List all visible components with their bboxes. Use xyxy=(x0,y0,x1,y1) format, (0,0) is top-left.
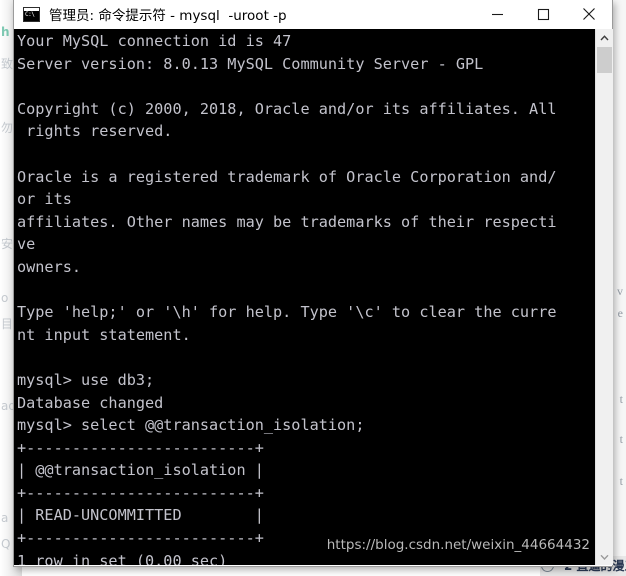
scroll-down-arrow[interactable] xyxy=(596,548,613,565)
background-glyph: t xyxy=(619,392,623,406)
maximize-button[interactable] xyxy=(520,0,566,29)
scrollbar-track[interactable] xyxy=(596,46,613,548)
background-glyph: 致 xyxy=(1,57,14,71)
close-icon xyxy=(583,8,595,20)
background-glyph: h xyxy=(1,25,10,39)
scroll-thumb[interactable] xyxy=(597,47,612,73)
scroll-up-arrow[interactable] xyxy=(596,29,613,46)
minimize-icon xyxy=(491,13,503,15)
watermark-url: https://blog.csdn.net/weixin_44664432 xyxy=(326,537,590,553)
background-glyph: 目 xyxy=(1,317,14,331)
window-title: 管理员: 命令提示符 - mysql -uroot -p xyxy=(49,8,287,24)
icon-prompt-text: C:\ xyxy=(25,10,35,18)
maximize-icon xyxy=(537,8,549,20)
terminal-output-area[interactable]: Your MySQL connection id is 47 Server ve… xyxy=(14,29,612,565)
background-glyph: 安 xyxy=(1,237,14,251)
command-prompt-icon: C:\ xyxy=(23,6,40,22)
background-glyph: e xyxy=(617,306,623,320)
background-glyph: t xyxy=(619,432,623,446)
background-glyph: a xyxy=(1,511,9,525)
minimize-button[interactable] xyxy=(474,0,520,29)
background-glyph: o xyxy=(1,291,9,305)
window-titlebar[interactable]: C:\ 管理员: 命令提示符 - mysql -uroot -p xyxy=(14,0,612,29)
background-glyph: v xyxy=(617,284,623,298)
background-glyph: t xyxy=(619,474,623,488)
background-glyph: 勿 xyxy=(1,121,14,135)
vertical-scrollbar[interactable] xyxy=(595,29,613,565)
chevron-up-icon xyxy=(600,34,609,40)
close-button[interactable] xyxy=(566,0,612,29)
background-glyph: Q xyxy=(1,537,11,551)
command-prompt-window[interactable]: C:\ 管理员: 命令提示符 - mysql -uroot -p Your My… xyxy=(13,0,613,567)
terminal-text: Your MySQL connection id is 47 Server ve… xyxy=(17,32,557,565)
chevron-down-icon xyxy=(600,554,609,560)
